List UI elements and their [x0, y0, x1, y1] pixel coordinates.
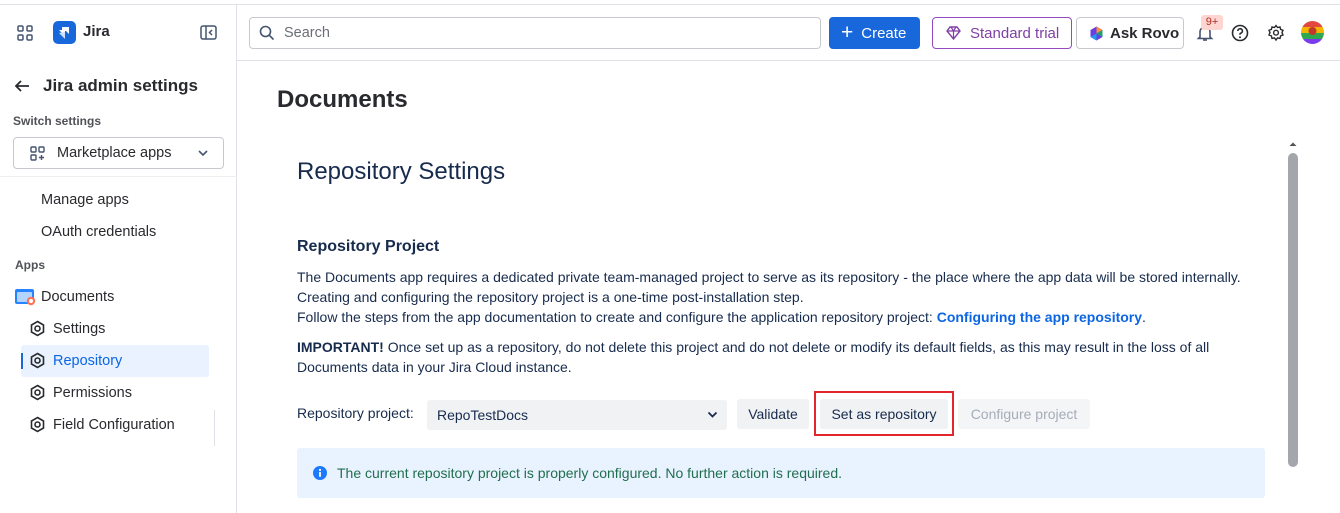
switch-settings-dropdown[interactable]: Marketplace apps	[13, 137, 224, 169]
repository-project-heading: Repository Project	[297, 238, 440, 255]
sidebar: Jira Jira admin settings Switch settings…	[0, 5, 237, 513]
configuring-app-repository-link[interactable]: Configuring the app repository	[937, 309, 1142, 325]
repository-project-label: Repository project:	[297, 405, 414, 421]
sidebar-resize-line	[214, 410, 215, 446]
create-button[interactable]: + Create	[829, 17, 920, 49]
description-line-3-text: Follow the steps from the app documentat…	[297, 309, 937, 325]
description-line-3-end: .	[1142, 309, 1146, 325]
search-box[interactable]	[249, 17, 821, 49]
hexagon-gear-icon	[30, 320, 45, 337]
apps-add-icon	[30, 145, 45, 161]
repository-project-value: RepoTestDocs	[437, 407, 529, 423]
highlight-box	[814, 391, 954, 436]
sidebar-item-label: Field Configuration	[53, 416, 175, 433]
repository-project-select[interactable]: RepoTestDocs	[427, 400, 727, 430]
notification-badge: 9+	[1201, 15, 1223, 30]
search-icon	[259, 25, 275, 41]
back-title: Jira admin settings	[43, 76, 198, 95]
sidebar-item-repository[interactable]: Repository	[29, 352, 122, 369]
selected-item-indicator	[21, 353, 23, 369]
chevron-down-icon	[198, 150, 208, 157]
page-title: Documents	[277, 86, 408, 113]
validate-button[interactable]: Validate	[737, 399, 809, 429]
search-input[interactable]	[284, 25, 804, 41]
standard-trial-button[interactable]: Standard trial	[932, 17, 1072, 49]
info-message-text: The current repository project is proper…	[337, 465, 843, 481]
sidebar-header: Jira	[0, 5, 237, 61]
description-line-3: Follow the steps from the app documentat…	[297, 307, 1146, 327]
sidebar-item-settings[interactable]: Settings	[29, 320, 105, 337]
app-name[interactable]: Jira	[83, 23, 110, 40]
scroll-up-arrow-icon[interactable]	[1288, 140, 1298, 148]
switch-settings-label: Switch settings	[13, 114, 102, 128]
plus-icon: +	[841, 20, 854, 44]
diamond-icon	[946, 26, 961, 40]
avatar-image-icon	[1301, 21, 1324, 44]
hexagon-gear-icon	[30, 416, 45, 433]
hexagon-gear-icon	[30, 384, 45, 401]
info-message-banner: The current repository project is proper…	[297, 448, 1265, 498]
create-button-label: Create	[861, 24, 907, 42]
sidebar-divider	[0, 176, 237, 177]
header-divider	[237, 60, 1340, 61]
sidebar-item-label: Settings	[53, 320, 106, 337]
hexagon-gear-icon	[30, 352, 45, 369]
documents-app-icon	[15, 289, 36, 306]
apps-section-label: Apps	[15, 258, 45, 272]
sidebar-app-documents-label: Documents	[41, 289, 115, 305]
scrollbar-thumb[interactable]	[1288, 153, 1298, 467]
ask-rovo-label: Ask Rovo	[1110, 24, 1180, 42]
switch-settings-value: Marketplace apps	[57, 145, 172, 161]
rovo-icon	[1090, 26, 1103, 40]
important-line-2: Documents data in your Jira Cloud instan…	[297, 359, 572, 375]
app-switcher-icon[interactable]	[17, 25, 33, 41]
important-label: IMPORTANT!	[297, 339, 384, 355]
section-title: Repository Settings	[297, 158, 506, 185]
ask-rovo-button[interactable]: Ask Rovo	[1076, 17, 1184, 49]
help-icon[interactable]	[1231, 24, 1249, 42]
standard-trial-label: Standard trial	[970, 24, 1060, 42]
sidebar-item-field-configuration[interactable]: Field Configuration	[29, 416, 175, 433]
important-line-1: IMPORTANT! Once set up as a repository, …	[297, 337, 1209, 357]
settings-gear-icon[interactable]	[1267, 24, 1285, 42]
chevron-down-icon	[707, 411, 718, 418]
sidebar-app-documents[interactable]: Documents	[15, 288, 114, 306]
configure-project-button[interactable]: Configure project	[958, 399, 1090, 429]
description-line-2: Creating and configuring the repository …	[297, 289, 804, 305]
info-icon	[313, 466, 327, 480]
important-text: Once set up as a repository, do not dele…	[383, 339, 1210, 355]
sidebar-item-oauth-credentials[interactable]: OAuth credentials	[41, 224, 156, 240]
back-to-admin-settings[interactable]: Jira admin settings	[13, 75, 198, 97]
jira-logo-icon[interactable]	[53, 21, 76, 44]
sidebar-item-label: Repository	[53, 352, 123, 369]
sidebar-item-label: Permissions	[53, 384, 132, 401]
description-line-1: The Documents app requires a dedicated p…	[297, 269, 1241, 285]
user-avatar[interactable]	[1301, 21, 1324, 44]
arrow-left-icon	[14, 80, 29, 92]
sidebar-item-manage-apps[interactable]: Manage apps	[41, 192, 129, 208]
collapse-sidebar-icon[interactable]	[200, 25, 217, 40]
sidebar-item-permissions[interactable]: Permissions	[29, 384, 132, 401]
